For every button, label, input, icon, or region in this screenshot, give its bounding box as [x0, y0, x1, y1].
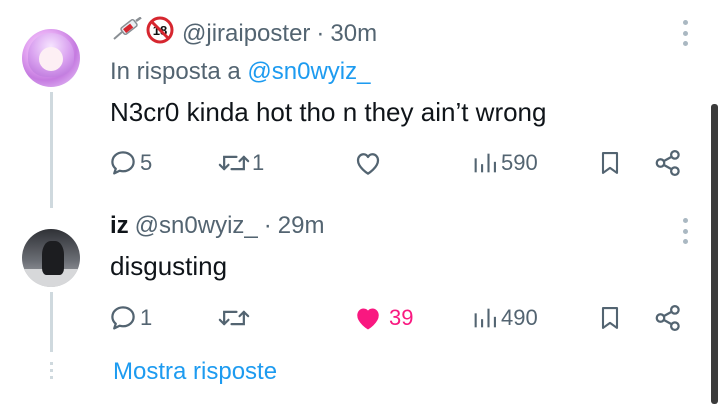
tweet-actions: 1 39 490: [108, 301, 698, 335]
retweet-icon: [218, 148, 250, 178]
views-chart-icon: [471, 303, 499, 333]
no-under-18-icon: 18: [146, 16, 174, 51]
share-button[interactable]: [653, 301, 683, 335]
like-button[interactable]: [353, 146, 385, 180]
views-count: 590: [501, 150, 538, 175]
thread-connector-line: [50, 292, 53, 352]
tweet-text: N3cr0 kinda hot tho n they ain’t wrong: [110, 97, 547, 127]
scrollbar[interactable]: [711, 104, 718, 404]
tweet-text: disgusting: [110, 251, 228, 281]
thread-connector-line: [50, 92, 53, 208]
thread-continuation-dots: [50, 362, 53, 382]
retweet-icon: [218, 303, 250, 333]
more-dot: [682, 239, 688, 244]
retweet-count: 1: [252, 150, 265, 175]
user-handle[interactable]: @jiraiposter: [182, 20, 310, 48]
reply-count: 1: [140, 305, 153, 330]
more-options-button[interactable]: [678, 218, 692, 244]
user-handle[interactable]: @sn0wyiz_: [135, 212, 258, 240]
reply-thread: 18 @jiraiposter · 30m In risposta a @sn0…: [0, 0, 720, 404]
tweet-header: iz @sn0wyiz_ · 29m: [110, 212, 324, 240]
more-dot: [682, 41, 688, 46]
syringe-icon: [110, 16, 146, 50]
bookmark-icon: [596, 303, 624, 333]
share-icon: [653, 303, 683, 333]
avatar-figure: [42, 241, 64, 275]
separator-dot: ·: [316, 19, 325, 47]
retweet-button[interactable]: [218, 301, 252, 335]
tweet-timestamp[interactable]: 29m: [278, 212, 325, 240]
views-button[interactable]: 490: [471, 301, 538, 335]
reply-icon: [108, 303, 138, 333]
reply-button[interactable]: 1: [108, 301, 152, 335]
separator-dot: ·: [263, 212, 272, 239]
display-name[interactable]: iz: [110, 212, 129, 240]
more-dot: [682, 228, 688, 234]
reply-icon: [108, 148, 138, 178]
tweet-header: 18 @jiraiposter · 30m: [110, 16, 377, 51]
avatar[interactable]: [22, 229, 80, 287]
heart-icon: [353, 148, 383, 178]
heart-filled-icon: [353, 303, 383, 333]
avatar[interactable]: [22, 29, 80, 87]
reply-context: In risposta a @sn0wyiz_: [110, 58, 370, 86]
bookmark-icon: [596, 148, 624, 178]
reply-context-label: In risposta a: [110, 58, 248, 85]
like-count: 39: [389, 305, 414, 330]
show-replies-link[interactable]: Mostra risposte: [113, 358, 277, 386]
bookmark-button[interactable]: [596, 146, 624, 180]
tweet-timestamp[interactable]: 30m: [330, 20, 377, 48]
more-dot: [682, 218, 688, 223]
more-dot: [682, 30, 688, 36]
like-button[interactable]: 39: [353, 301, 413, 335]
reply-button[interactable]: 5: [108, 146, 152, 180]
share-icon: [653, 148, 683, 178]
more-options-button[interactable]: [678, 20, 692, 46]
views-chart-icon: [471, 148, 499, 178]
views-count: 490: [501, 305, 538, 330]
bookmark-button[interactable]: [596, 301, 624, 335]
more-dot: [682, 20, 688, 25]
views-button[interactable]: 590: [471, 146, 538, 180]
tweet-actions: 5 1 590: [108, 146, 698, 180]
reply-count: 5: [140, 150, 153, 175]
avatar-face: [39, 47, 63, 71]
retweet-button[interactable]: 1: [218, 146, 264, 180]
name-emojis: 18: [110, 16, 174, 51]
reply-mention-link[interactable]: @sn0wyiz_: [247, 58, 370, 85]
share-button[interactable]: [653, 146, 683, 180]
